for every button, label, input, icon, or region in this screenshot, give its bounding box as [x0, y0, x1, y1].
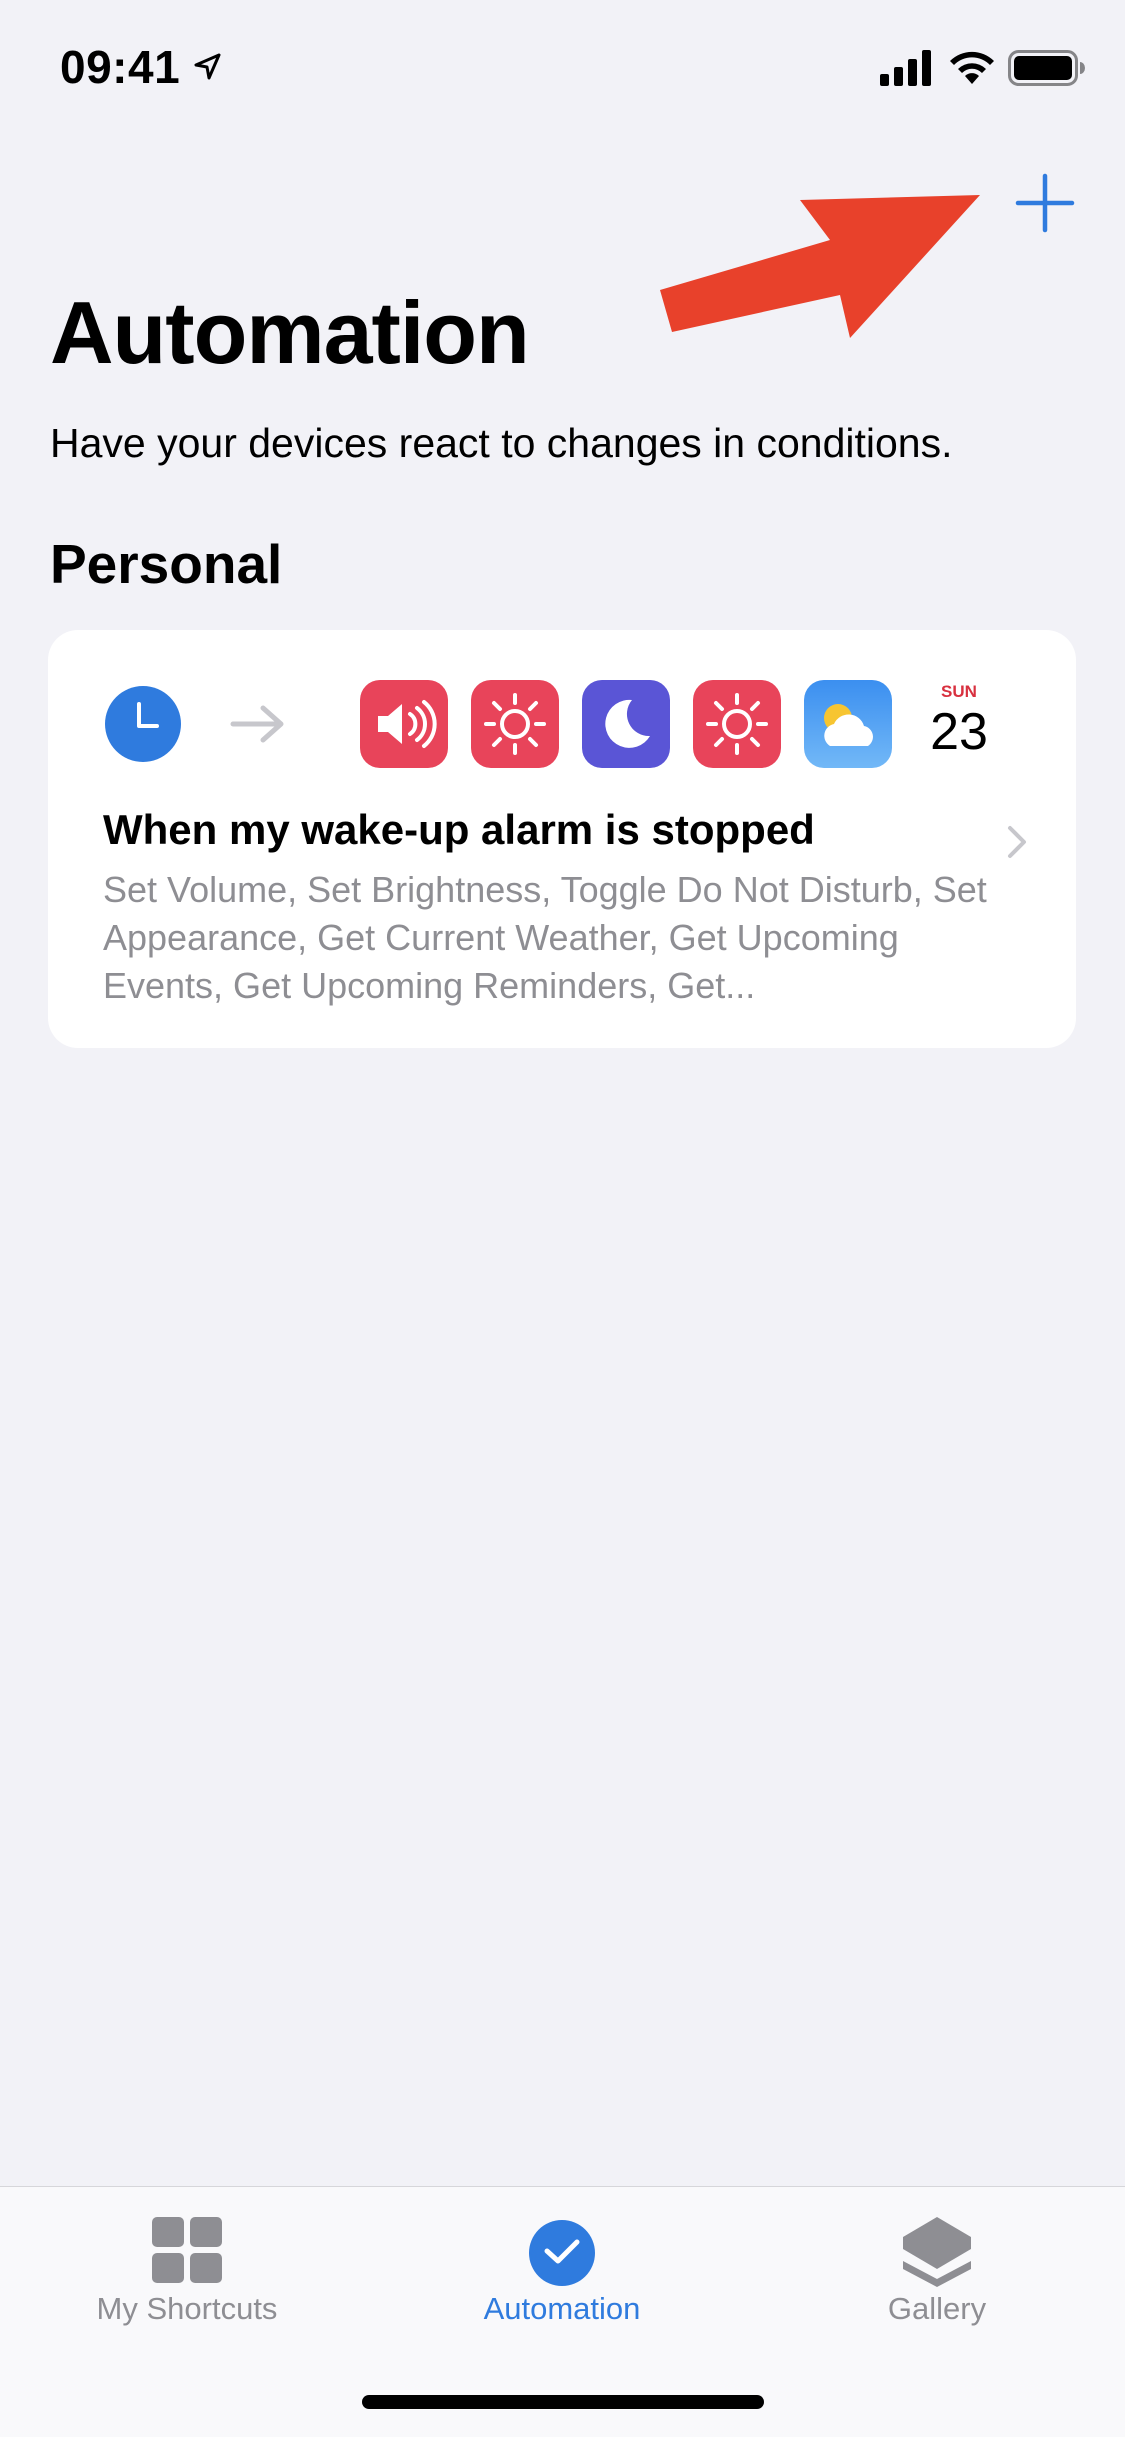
- calendar-day-label: SUN: [941, 682, 977, 701]
- status-bar: 09:41: [0, 0, 1125, 140]
- plus-icon: [1015, 173, 1075, 233]
- calendar-icon: SUN 23: [915, 680, 1003, 768]
- tab-label-gallery: Gallery: [887, 2291, 987, 2326]
- page-subtitle: Have your devices react to changes in co…: [50, 420, 953, 466]
- weather-icon: [804, 680, 892, 768]
- battery-icon: [1008, 50, 1085, 86]
- tab-automation[interactable]: Automation: [412, 2187, 712, 2367]
- automation-icons-row: SUN 23: [103, 680, 1003, 770]
- stack-layers-icon: [903, 2217, 971, 2287]
- chevron-right-icon: [1008, 826, 1026, 858]
- grid-icon: [152, 2217, 222, 2283]
- automation-card[interactable]: SUN 23 When my wake-up alarm is stopped …: [48, 630, 1076, 1048]
- section-title-personal: Personal: [50, 533, 283, 595]
- signal-icon: [880, 50, 931, 86]
- automation-title: When my wake-up alarm is stopped: [103, 806, 815, 853]
- tab-gallery[interactable]: Gallery: [787, 2187, 1087, 2367]
- volume-icon: [360, 680, 448, 768]
- alarm-clock-icon: [103, 680, 191, 768]
- tab-label-my-shortcuts: My Shortcuts: [96, 2291, 278, 2326]
- calendar-date: 23: [930, 703, 988, 761]
- wifi-icon: [950, 51, 994, 84]
- appearance-brightness-icon: [693, 680, 781, 768]
- status-time: 09:41: [60, 41, 181, 93]
- annotation-arrow: [660, 195, 980, 338]
- brightness-icon: [471, 680, 559, 768]
- tab-my-shortcuts[interactable]: My Shortcuts: [37, 2187, 337, 2367]
- checkmark-circle-icon: [529, 2220, 595, 2286]
- add-automation-button[interactable]: [1010, 168, 1080, 238]
- do-not-disturb-moon-icon: [582, 680, 670, 768]
- automation-description: Set Volume, Set Brightness, Toggle Do No…: [103, 869, 987, 1006]
- page-title: Automation: [50, 283, 530, 382]
- right-arrow-icon: [221, 680, 309, 768]
- tab-label-automation: Automation: [483, 2291, 641, 2326]
- home-indicator[interactable]: [362, 2395, 764, 2409]
- location-arrow-icon: [194, 53, 221, 80]
